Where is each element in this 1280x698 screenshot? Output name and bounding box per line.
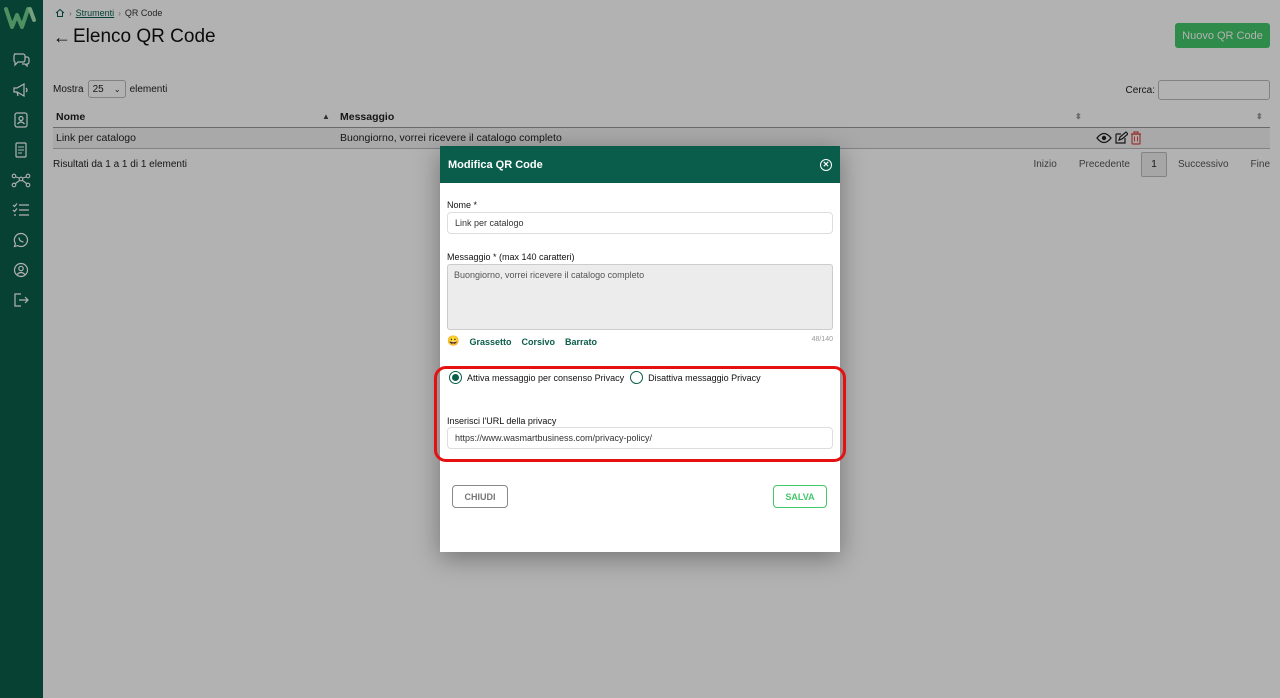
message-label: Messaggio * (max 140 caratteri) [447, 252, 575, 262]
name-label: Nome * [447, 200, 478, 210]
modal-header: Modifica QR Code ✕ [440, 146, 840, 183]
privacy-off-radio[interactable] [630, 371, 644, 384]
save-button[interactable]: SALVA [773, 485, 827, 508]
strikethrough-button[interactable]: Barrato [565, 337, 597, 347]
privacy-on-radio[interactable] [449, 371, 462, 384]
privacy-on-label[interactable]: Attiva messaggio per consenso Privacy [467, 373, 624, 383]
privacy-url-label: Inserisci l'URL della privacy [447, 416, 557, 426]
close-button[interactable]: CHIUDI [452, 485, 508, 508]
emoji-icon[interactable]: 😀 [447, 336, 459, 347]
privacy-off-label[interactable]: Disattiva messaggio Privacy [648, 373, 761, 383]
name-input[interactable]: Link per catalogo [447, 212, 833, 234]
modal-title: Modifica QR Code [448, 158, 543, 171]
privacy-url-input[interactable]: https://www.wasmartbusiness.com/privacy-… [447, 427, 833, 449]
radio-selected-dot [452, 374, 459, 381]
close-icon[interactable]: ✕ [820, 158, 832, 171]
message-textarea[interactable]: Buongiorno, vorrei ricevere il catalogo … [447, 264, 833, 330]
bold-button[interactable]: Grassetto [469, 337, 511, 347]
format-toolbar: 😀 Grassetto Corsivo Barrato [447, 336, 597, 347]
italic-button[interactable]: Corsivo [521, 337, 555, 347]
character-counter: 48/140 [811, 336, 833, 343]
privacy-radio-group: Attiva messaggio per consenso Privacy Di… [449, 371, 761, 384]
edit-qr-code-modal: Modifica QR Code ✕ Nome * Link per catal… [434, 146, 846, 552]
